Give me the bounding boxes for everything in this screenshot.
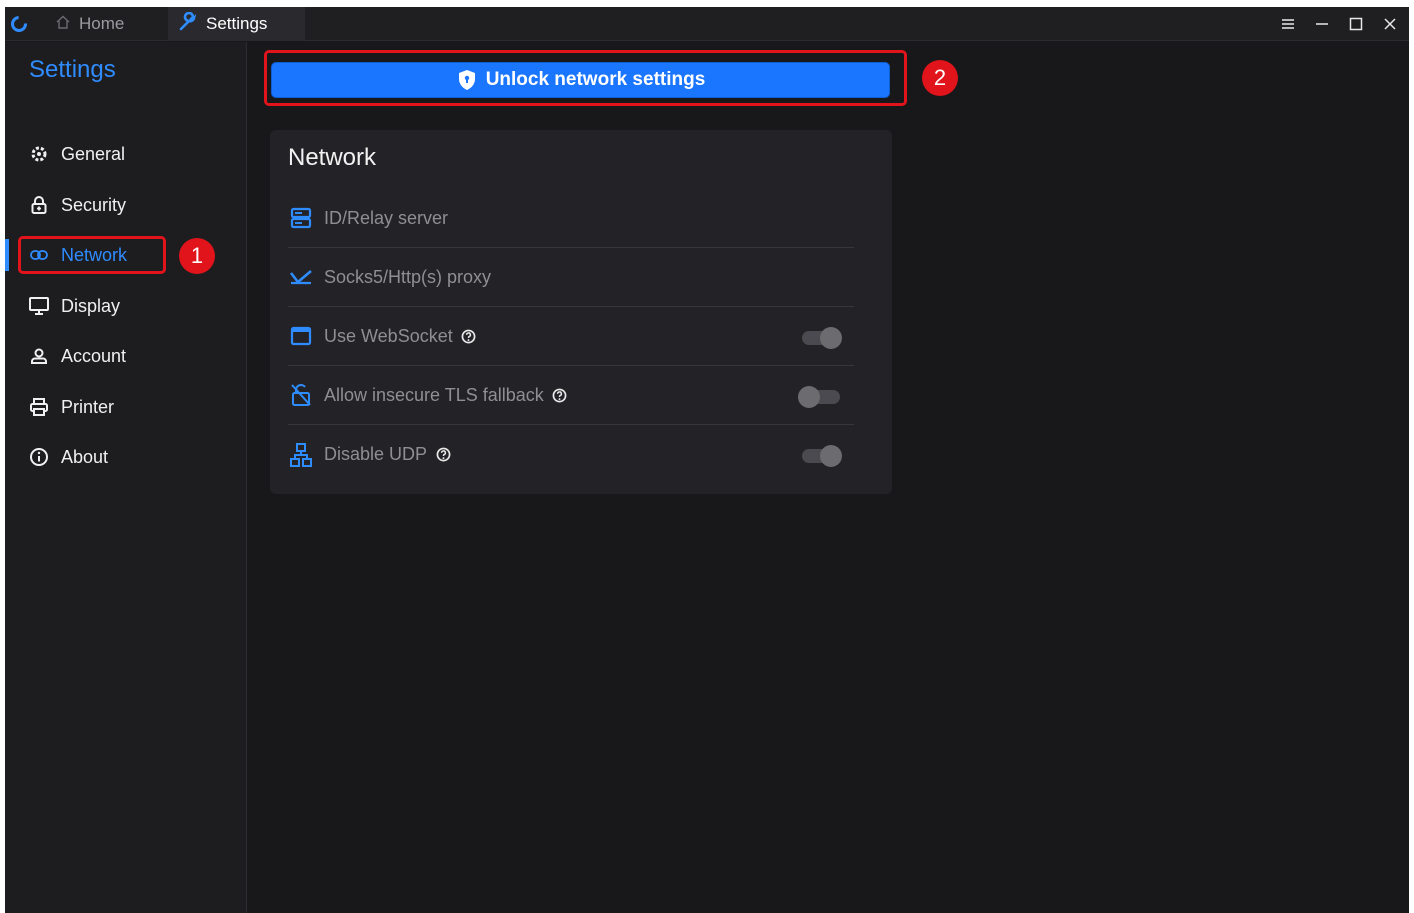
sidebar-item-label: General [61,143,126,164]
id-relay-server-row[interactable]: ID/Relay server [288,189,854,248]
network-tree-icon [288,442,314,468]
sidebar-item-general[interactable]: General [5,134,247,174]
minimize-icon[interactable] [1313,15,1331,33]
tab-home-label: Home [79,14,125,33]
unlock-network-settings-button[interactable]: Unlock network settings [272,63,889,97]
window-icon [288,323,314,349]
tab-home[interactable]: Home [55,7,165,41]
toggle-knob [820,327,842,349]
highlight-box-network [18,236,166,274]
menu-icon[interactable] [1279,15,1297,33]
window-controls [1279,7,1399,41]
allow-insecure-tls-row: Allow insecure TLS fallback [288,366,854,425]
sidebar-item-label: Security [61,194,127,215]
network-settings-card: Network ID/Relay server Socks5/Http(s) p… [270,130,892,494]
proxy-icon [288,264,314,290]
step-badge-2: 2 [922,60,958,96]
row-label: ID/Relay server [324,207,449,228]
wrench-icon [178,11,198,37]
settings-sidebar: Settings General Security Network Displa… [5,42,247,913]
sidebar-item-label: Display [61,295,121,316]
unlock-button-label: Unlock network settings [485,69,706,90]
tab-settings-label: Settings [206,14,268,33]
step-badge-1: 1 [179,238,215,274]
maximize-icon[interactable] [1347,15,1365,33]
tab-settings[interactable]: Settings [168,7,305,41]
help-icon[interactable] [552,387,568,403]
printer-icon [27,395,51,419]
shield-icon [456,69,478,91]
app-logo-icon [11,16,27,32]
help-icon[interactable] [435,447,451,463]
use-websocket-toggle[interactable] [798,327,844,349]
monitor-icon [27,294,51,318]
home-icon [55,14,71,35]
gear-icon [27,142,51,166]
row-label: Socks5/Http(s) proxy [324,266,492,287]
help-icon[interactable] [461,328,477,344]
allow-insecure-tls-toggle[interactable] [798,386,844,408]
title-bar: Home Settings [5,7,1409,41]
use-websocket-row: Use WebSocket [288,307,854,366]
user-icon [27,344,51,368]
row-label: Use WebSocket [324,325,453,346]
socks5-proxy-row[interactable]: Socks5/Http(s) proxy [288,248,854,307]
unsecure-lock-icon [288,382,314,408]
disable-udp-toggle[interactable] [798,445,844,467]
toggle-knob [820,445,842,467]
sidebar-item-display[interactable]: Display [5,286,247,326]
toggle-knob [798,386,820,408]
disable-udp-row: Disable UDP [288,425,854,484]
row-label: Allow insecure TLS fallback [324,384,544,405]
sidebar-item-label: Account [61,345,127,366]
row-label: Disable UDP [324,444,428,464]
sidebar-item-account[interactable]: Account [5,336,247,376]
server-icon [288,205,314,231]
sidebar-item-printer[interactable]: Printer [5,387,247,427]
app-window: Home Settings Settings General Security … [5,7,1409,913]
sidebar-item-label: About [61,446,109,467]
card-title: Network [288,144,377,171]
info-icon [27,445,51,469]
sidebar-item-about[interactable]: About [5,437,247,477]
sidebar-title: Settings [29,56,116,83]
active-indicator [5,239,9,271]
lock-icon [27,193,51,217]
sidebar-item-label: Printer [61,396,115,417]
close-icon[interactable] [1381,15,1399,33]
sidebar-item-security[interactable]: Security [5,185,247,225]
